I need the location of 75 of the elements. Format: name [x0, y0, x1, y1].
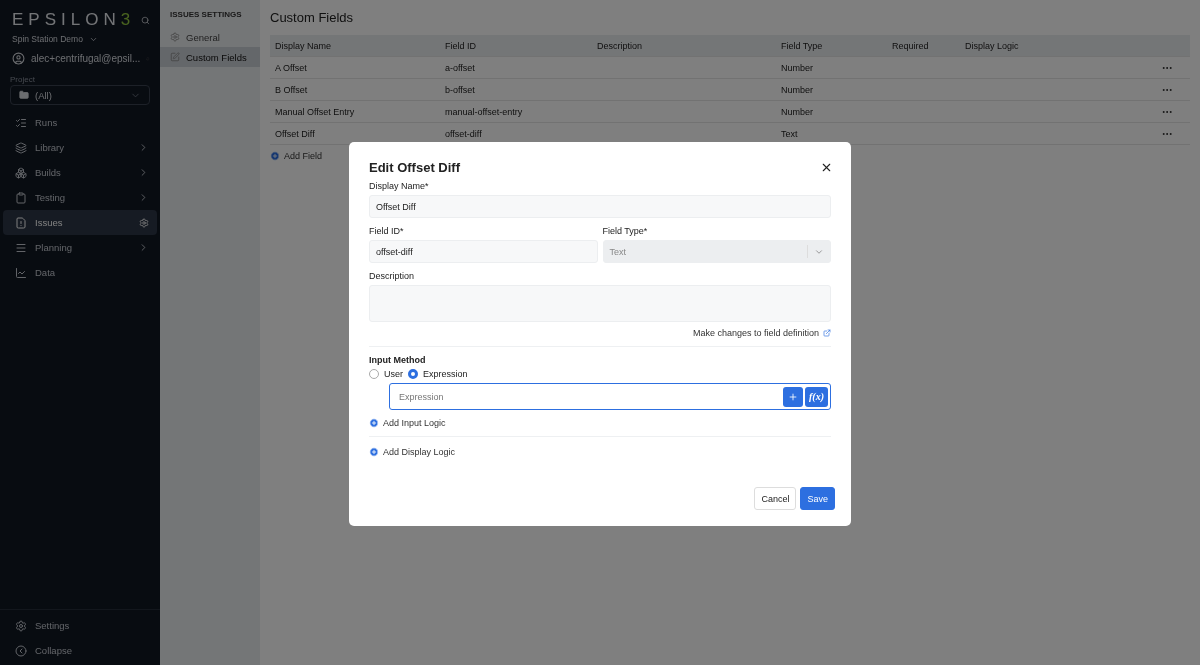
page-title: Custom Fields: [270, 10, 355, 25]
search-icon[interactable]: [141, 14, 150, 26]
footer-item[interactable]: Collapse: [3, 638, 157, 663]
field-label: Description: [369, 271, 416, 281]
definition-link[interactable]: Make changes to field definition: [692, 328, 831, 338]
field-label: Display Name*: [369, 181, 430, 191]
nav-item[interactable]: Testing: [3, 185, 157, 210]
nav-item[interactable]: Runs: [3, 110, 157, 135]
nav-item[interactable]: Issues: [3, 210, 157, 235]
workspace-name[interactable]: Spin Station Demo: [12, 34, 83, 44]
column-header: Field Type: [781, 40, 824, 51]
add-field-link[interactable]: Add Field: [270, 151, 323, 161]
nav-icon: [15, 266, 27, 279]
table-cell-text: B Offset: [275, 84, 309, 95]
table-cell-text: b-offset: [445, 84, 476, 95]
external-link-icon: [823, 329, 831, 337]
column-header: Required: [892, 40, 930, 51]
nav-icon: [15, 116, 27, 129]
folder-icon: [19, 90, 29, 100]
nav-icon: [15, 166, 27, 179]
footer-item[interactable]: Settings: [3, 613, 157, 638]
edit-icon: [170, 52, 180, 62]
settings-icon: [15, 619, 27, 632]
plus-icon: [369, 418, 379, 428]
settings-nav-item[interactable]: General: [160, 27, 260, 47]
field-label: Field Type*: [602, 226, 649, 236]
save-button[interactable]: Save: [800, 487, 835, 510]
nav-icon: [15, 216, 27, 229]
user-email[interactable]: alec+centrifugal@epsil...: [31, 53, 141, 64]
expression-field[interactable]: Expression f(x): [389, 383, 831, 410]
column-header: Description: [597, 40, 644, 51]
plus-icon: [788, 391, 798, 402]
cancel-button[interactable]: Cancel: [754, 487, 797, 510]
settings-icon: [170, 32, 180, 42]
plus-icon: [369, 447, 379, 457]
table-cell-text: A Offset: [275, 62, 308, 73]
radio-option[interactable]: User: [369, 369, 403, 379]
input-method-label: Input Method: [369, 355, 427, 365]
logo: EPSILON 3: [12, 10, 136, 30]
nav-item[interactable]: Data: [3, 260, 157, 285]
user-icon: [12, 52, 25, 65]
collapse-icon: [15, 644, 27, 657]
column-header: Display Name: [275, 40, 333, 51]
dialog-title: Edit Offset Diff: [369, 160, 460, 175]
table-cell-text: Text: [781, 128, 799, 139]
table-cell-text: Number: [781, 106, 814, 117]
nav-item[interactable]: Planning: [3, 235, 157, 260]
column-header: Field ID: [445, 40, 477, 51]
display-name-field[interactable]: Offset Diff: [369, 195, 831, 218]
settings-icon[interactable]: [139, 217, 149, 228]
field-id-field[interactable]: offset-diff: [369, 240, 598, 263]
table-cell-text: Number: [781, 84, 814, 95]
function-button[interactable]: f(x): [805, 386, 828, 407]
close-icon[interactable]: [820, 161, 833, 174]
nav-icon: [15, 191, 27, 204]
project-select[interactable]: (All): [10, 85, 150, 105]
radio-option[interactable]: Expression: [408, 369, 468, 379]
table-cell-text: Offset Diff: [275, 128, 316, 139]
settings-nav-item[interactable]: Custom Fields: [160, 47, 260, 67]
field-label: Field ID*: [369, 226, 405, 236]
nav-icon: [15, 141, 27, 154]
column-header: Display Logic: [965, 40, 1020, 51]
add-button[interactable]: [783, 386, 803, 407]
table-cell-text: manual-offset-entry: [445, 106, 524, 117]
table-cell-text: a-offset: [445, 62, 476, 73]
add-display-logic-link[interactable]: Add Display Logic: [369, 447, 456, 457]
nav-item[interactable]: Builds: [3, 160, 157, 185]
settings-title: ISSUES SETTINGS: [169, 10, 243, 19]
table-cell-text: offset-diff: [445, 128, 483, 139]
table-cell-text: Number: [781, 62, 814, 73]
nav-icon: [15, 241, 27, 254]
add-input-logic-link[interactable]: Add Input Logic: [369, 418, 446, 428]
plus-icon: [270, 151, 280, 161]
nav-item[interactable]: Library: [3, 135, 157, 160]
table-cell-text: Manual Offset Entry: [275, 106, 356, 117]
